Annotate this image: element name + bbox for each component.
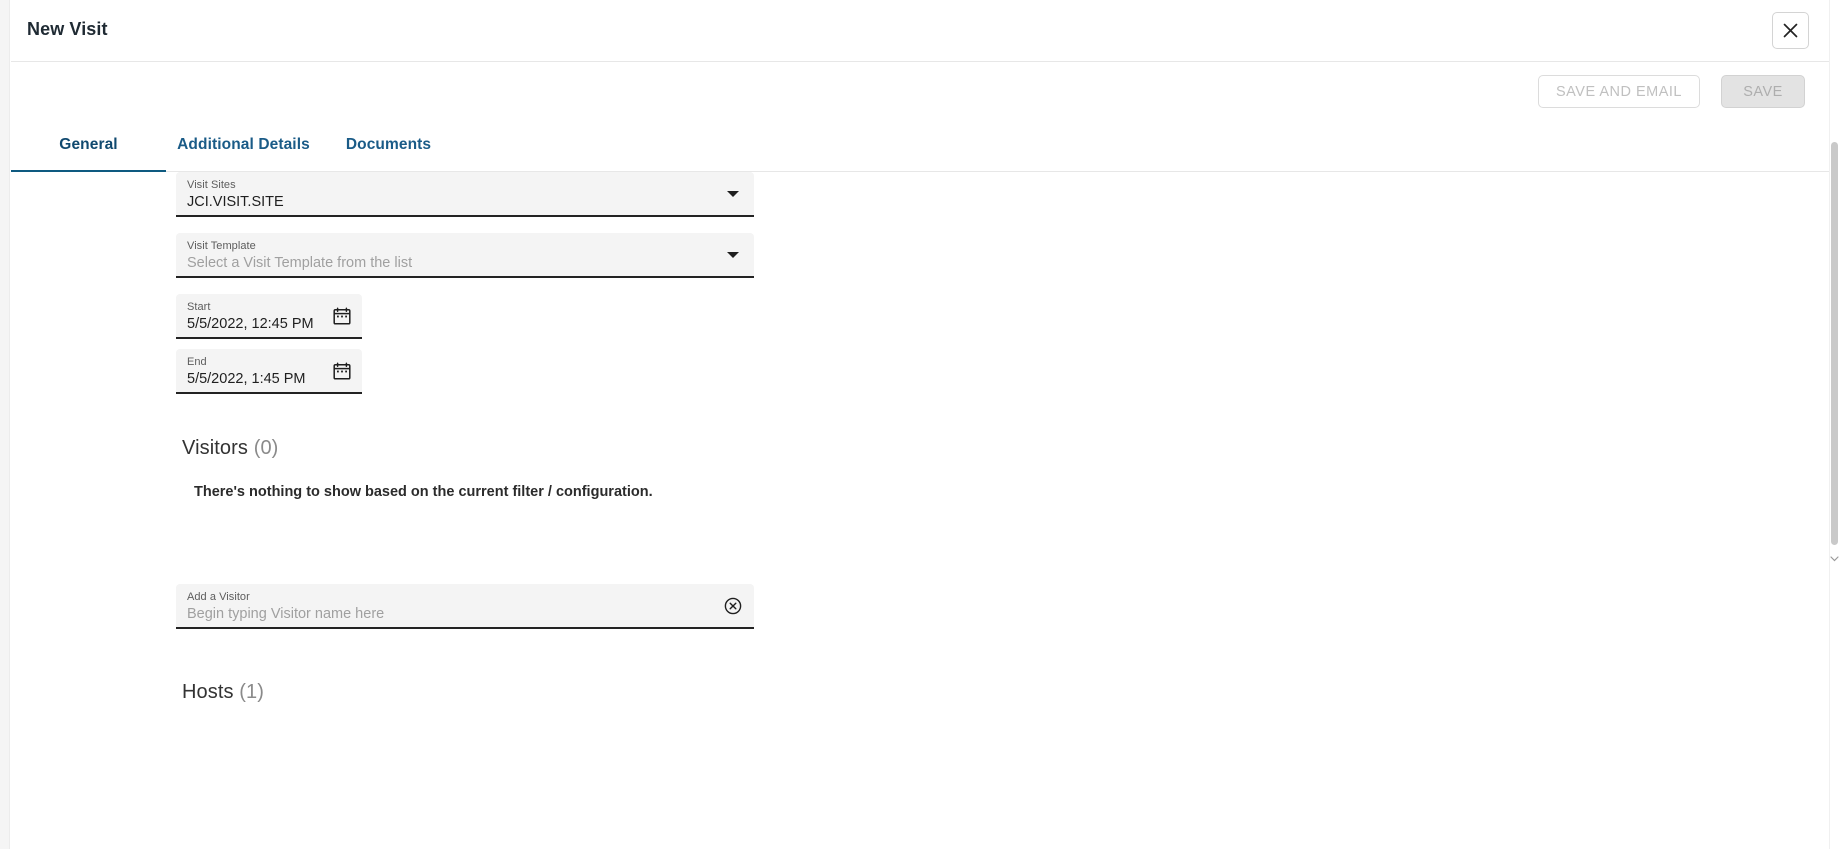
scrollbar-thumb[interactable] <box>1831 142 1838 545</box>
hosts-title: Hosts <box>182 681 234 703</box>
close-button[interactable] <box>1772 12 1809 49</box>
visit-template-placeholder: Select a Visit Template from the list <box>187 255 413 271</box>
new-visit-dialog: New Visit SAVE AND EMAIL SAVE General Ad… <box>0 0 1840 849</box>
visitors-title: Visitors <box>182 437 249 459</box>
visit-sites-select[interactable]: Visit Sites JCI.VISIT.SITE <box>176 172 754 217</box>
add-visitor-input[interactable]: Add a Visitor Begin typing Visitor name … <box>176 584 754 629</box>
form-body: Visit Sites JCI.VISIT.SITE Visit Templat… <box>11 172 1829 849</box>
visitors-count: (0) <box>253 437 279 459</box>
dialog-actionbar: SAVE AND EMAIL SAVE <box>11 62 1829 127</box>
visit-template-select[interactable]: Visit Template Select a Visit Template f… <box>176 233 754 278</box>
page-title: New Visit <box>27 19 108 39</box>
visit-sites-value: JCI.VISIT.SITE <box>187 194 284 210</box>
chevron-down-icon <box>727 251 739 258</box>
hosts-count: (1) <box>239 681 265 703</box>
add-visitor-placeholder: Begin typing Visitor name here <box>187 606 385 622</box>
visit-sites-label: Visit Sites <box>187 179 236 191</box>
chevron-down-icon <box>727 190 739 197</box>
dialog-titlebar: New Visit <box>11 0 1829 62</box>
start-label: Start <box>187 301 211 313</box>
tab-documents-label: Documents <box>345 136 432 153</box>
start-datetime-field[interactable]: Start 5/5/2022, 12:45 PM <box>176 294 362 339</box>
hosts-section-heading: Hosts (1) <box>182 681 264 704</box>
tab-general[interactable]: General <box>11 127 166 173</box>
visitors-empty-message: There's nothing to show based on the cur… <box>194 484 653 500</box>
tab-additional-details[interactable]: Additional Details <box>166 127 321 172</box>
save-button[interactable]: SAVE <box>1721 75 1805 108</box>
clear-circle-icon[interactable] <box>724 597 742 615</box>
scroll-down-arrow-icon[interactable] <box>1830 550 1839 562</box>
tab-bar: General Additional Details Documents <box>11 127 1829 173</box>
end-label: End <box>187 356 207 368</box>
end-datetime-field[interactable]: End 5/5/2022, 1:45 PM <box>176 349 362 394</box>
calendar-icon[interactable] <box>333 361 351 380</box>
add-visitor-label: Add a Visitor <box>187 591 250 603</box>
end-value: 5/5/2022, 1:45 PM <box>187 371 306 387</box>
tab-additional-details-label: Additional Details <box>177 136 310 153</box>
visitors-section-heading: Visitors (0) <box>182 437 278 460</box>
tab-general-label: General <box>59 136 118 153</box>
close-icon <box>1783 23 1798 38</box>
visit-template-label: Visit Template <box>187 240 256 252</box>
save-and-email-button[interactable]: SAVE AND EMAIL <box>1538 75 1700 108</box>
calendar-icon[interactable] <box>333 306 351 325</box>
page-scrollbar[interactable] <box>1829 0 1840 849</box>
left-rail <box>0 0 10 849</box>
start-value: 5/5/2022, 12:45 PM <box>187 316 314 332</box>
tab-documents[interactable]: Documents <box>321 127 456 172</box>
